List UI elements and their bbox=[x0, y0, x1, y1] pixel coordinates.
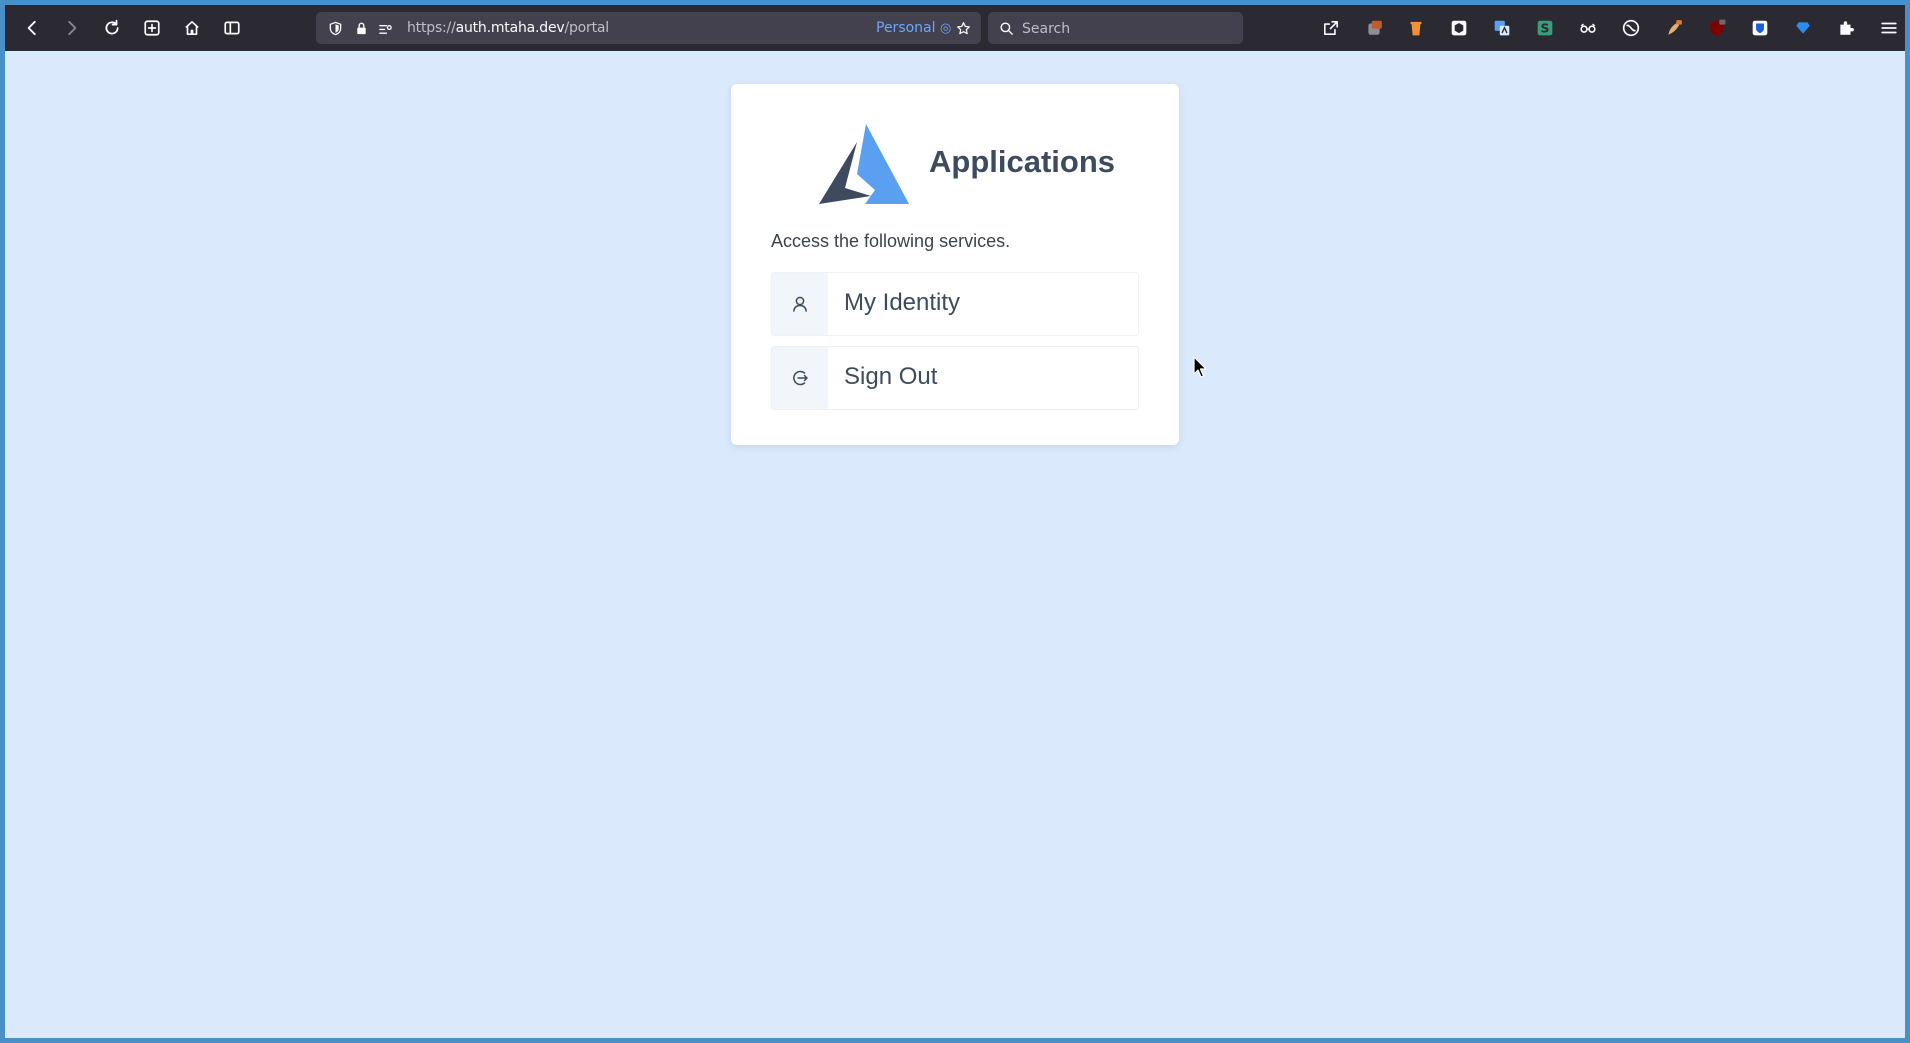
page-title: Applications bbox=[929, 144, 1116, 179]
hamburger-menu-icon[interactable] bbox=[1878, 17, 1900, 39]
diamond-extension-icon[interactable] bbox=[1792, 17, 1814, 39]
glasses-extension-icon[interactable] bbox=[1577, 17, 1599, 39]
home-icon bbox=[185, 20, 199, 36]
new-tab-button[interactable] bbox=[138, 14, 166, 42]
search-icon bbox=[997, 19, 1015, 37]
open-external-icon[interactable] bbox=[1320, 17, 1342, 39]
url-host: auth.mtaha.dev bbox=[455, 20, 565, 36]
search-input[interactable] bbox=[1020, 12, 1234, 46]
url-path: /portal bbox=[564, 20, 609, 36]
reload-icon bbox=[105, 19, 119, 35]
circle-swirl-extension-icon[interactable] bbox=[1620, 17, 1642, 39]
fingerprint-icon: ◎ bbox=[939, 21, 952, 36]
mouse-cursor-icon bbox=[1193, 356, 1207, 378]
url-text[interactable]: https://auth.mtaha.dev/portal bbox=[407, 20, 609, 36]
user-icon bbox=[793, 296, 807, 312]
sidebar-toggle-button[interactable] bbox=[218, 14, 246, 42]
reload-button[interactable] bbox=[98, 14, 126, 42]
ublock-extension-icon[interactable] bbox=[1706, 17, 1728, 39]
container-label[interactable]: Personal ◎ bbox=[876, 20, 951, 36]
svg-text:S: S bbox=[1541, 22, 1550, 36]
back-button[interactable] bbox=[18, 14, 46, 42]
translate-extension-icon[interactable] bbox=[1491, 17, 1513, 39]
app-label: Sign Out bbox=[844, 363, 938, 390]
hexagon-extension-icon[interactable] bbox=[1448, 17, 1470, 39]
feather-extension-icon[interactable] bbox=[1663, 17, 1685, 39]
forward-arrow-icon bbox=[68, 20, 77, 36]
app-item-sign-out[interactable]: Sign Out bbox=[771, 346, 1139, 410]
bitwarden-extension-icon[interactable] bbox=[1749, 17, 1771, 39]
browser-window: https://auth.mtaha.dev/portal Personal ◎ bbox=[5, 5, 1905, 1038]
container-extension-icon[interactable] bbox=[1363, 17, 1385, 39]
app-icon-box bbox=[772, 347, 828, 409]
new-tab-icon bbox=[144, 20, 160, 36]
app-icon-box bbox=[772, 273, 828, 335]
home-button[interactable] bbox=[178, 14, 206, 42]
browser-toolbar: https://auth.mtaha.dev/portal Personal ◎ bbox=[5, 5, 1905, 51]
app-label: My Identity bbox=[844, 289, 961, 316]
tracking-protection-icon[interactable] bbox=[326, 19, 344, 37]
extensions-puzzle-icon[interactable] bbox=[1835, 17, 1857, 39]
search-bar[interactable] bbox=[988, 12, 1243, 46]
permissions-icon[interactable] bbox=[376, 19, 394, 37]
app-item-my-identity[interactable]: My Identity bbox=[771, 272, 1139, 336]
container-name: Personal bbox=[876, 20, 936, 36]
address-bar[interactable]: https://auth.mtaha.dev/portal Personal ◎ bbox=[316, 12, 981, 44]
bookmark-star-icon[interactable] bbox=[954, 19, 972, 37]
s-letter-extension-icon[interactable]: S bbox=[1534, 17, 1556, 39]
sidebar-icon bbox=[224, 21, 240, 35]
lock-icon[interactable] bbox=[352, 19, 370, 37]
authelia-logo-icon bbox=[819, 124, 909, 204]
back-arrow-icon bbox=[27, 20, 36, 36]
applications-card: Applications Access the following servic… bbox=[731, 84, 1179, 445]
delete-cookies-extension-icon[interactable] bbox=[1405, 17, 1427, 39]
sign-out-icon bbox=[793, 370, 808, 386]
page-subtitle: Access the following services. bbox=[771, 231, 1011, 251]
url-scheme: https:// bbox=[407, 20, 456, 36]
forward-button[interactable] bbox=[58, 14, 86, 42]
